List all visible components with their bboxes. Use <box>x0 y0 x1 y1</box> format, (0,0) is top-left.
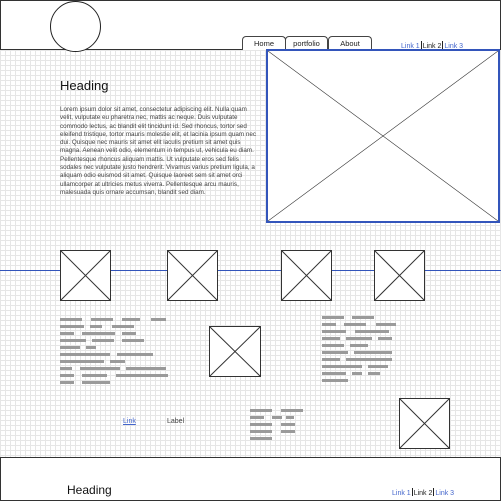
tab-home[interactable]: Home <box>242 36 286 50</box>
image-placeholder <box>60 250 111 301</box>
hero-paragraph: Lorem ipsum dolor sit amet, consectetur … <box>60 106 256 196</box>
image-placeholder-icon <box>61 251 110 300</box>
image-placeholder <box>374 250 425 301</box>
content-link[interactable]: Link <box>123 418 136 425</box>
hero-image-placeholder <box>266 49 500 223</box>
text-placeholder-block <box>60 318 170 388</box>
logo-placeholder <box>50 1 101 52</box>
footer-heading: Heading <box>67 483 112 497</box>
tab-about[interactable]: About <box>328 36 372 50</box>
image-placeholder <box>167 250 218 301</box>
tab-portfolio[interactable]: portfolio <box>285 36 328 50</box>
link-separator <box>420 41 422 49</box>
image-placeholder-icon <box>400 399 449 448</box>
wireframe-canvas: Home portfolio About Link 1 Link 2 Link 3 … <box>0 0 501 501</box>
image-placeholder-icon <box>268 51 498 221</box>
link-separator <box>411 488 413 496</box>
image-placeholder <box>209 326 261 377</box>
image-placeholder <box>281 250 332 301</box>
footer-links: Link 1 Link 2 Link 3 <box>392 488 454 497</box>
text-placeholder-block <box>322 316 397 384</box>
content-label: Label <box>167 418 185 425</box>
image-placeholder-icon <box>210 327 260 376</box>
image-placeholder <box>399 398 450 449</box>
image-placeholder-icon <box>375 251 424 300</box>
text-placeholder-block <box>250 409 305 441</box>
image-placeholder-icon <box>168 251 217 300</box>
image-placeholder-icon <box>282 251 331 300</box>
footer-link-2[interactable]: Link 2 <box>414 490 433 497</box>
hero-heading: Heading <box>60 78 109 93</box>
footer-link-1[interactable]: Link 1 <box>392 490 411 497</box>
footer-link-3[interactable]: Link 3 <box>435 490 454 497</box>
